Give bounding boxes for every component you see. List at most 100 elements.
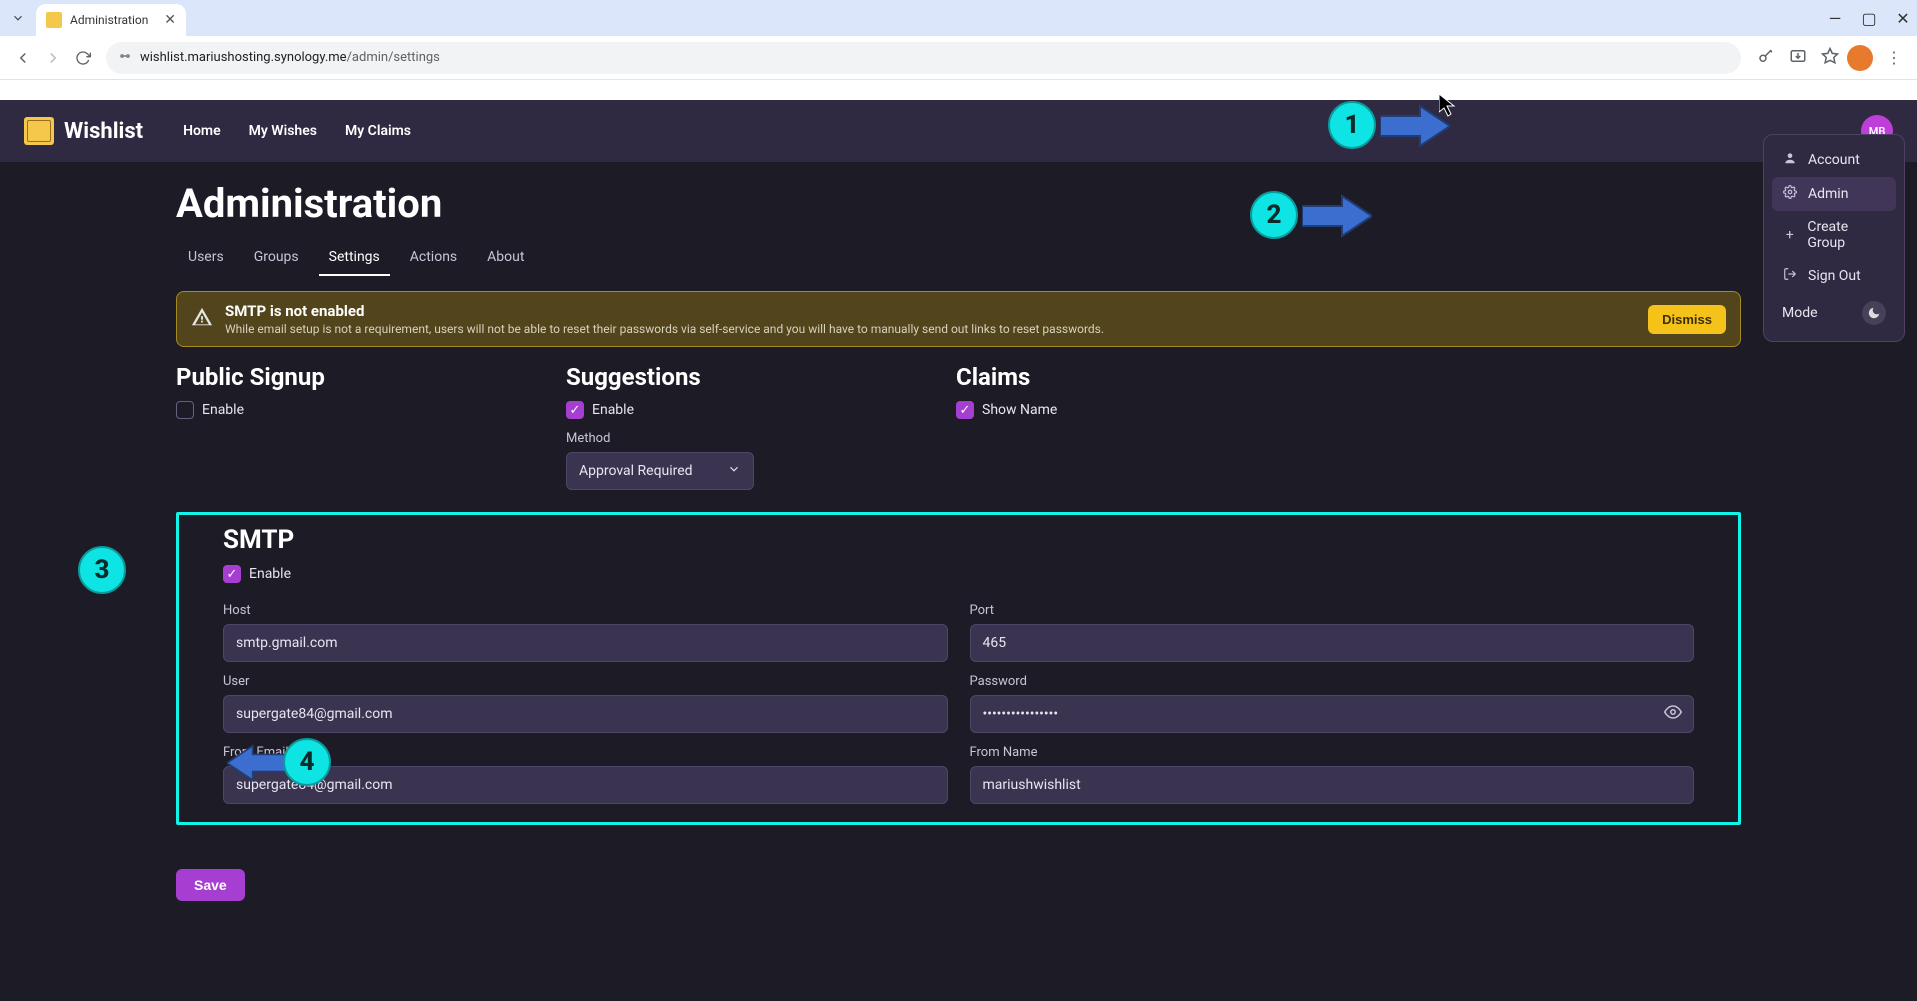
blank-strip xyxy=(0,80,1917,100)
back-button[interactable] xyxy=(8,43,38,73)
profile-avatar-icon[interactable] xyxy=(1847,45,1873,71)
window-close-icon[interactable]: ✕ xyxy=(1895,9,1911,28)
host-value: smtp.gmail.com xyxy=(236,635,337,651)
claims-checkbox[interactable]: ✓ xyxy=(956,401,974,419)
claims-section: Claims ✓ Show Name xyxy=(956,363,1741,490)
window-maximize-icon[interactable]: ▢ xyxy=(1861,9,1877,28)
theme-toggle[interactable] xyxy=(1862,301,1886,325)
dropdown-sign-out[interactable]: Sign Out xyxy=(1772,259,1896,293)
nav-home[interactable]: Home xyxy=(183,123,221,139)
tab-about[interactable]: About xyxy=(485,243,526,275)
url-path: /admin/settings xyxy=(347,50,440,65)
annotation-1: 1 xyxy=(1328,101,1376,149)
sign-out-icon xyxy=(1782,267,1798,285)
annotation-4: 4 xyxy=(283,738,331,786)
bookmark-star-icon[interactable] xyxy=(1821,47,1839,69)
browser-tab[interactable]: Administration ✕ xyxy=(36,4,186,36)
suggestions-section: Suggestions ✓ Enable Method Approval Req… xyxy=(566,363,956,490)
person-icon xyxy=(1782,151,1798,169)
host-input[interactable]: smtp.gmail.com xyxy=(223,624,948,662)
dropdown-admin[interactable]: Admin xyxy=(1772,177,1896,211)
window-minimize-icon[interactable]: — xyxy=(1827,9,1843,28)
app-title: Wishlist xyxy=(64,119,143,144)
password-input[interactable]: •••••••••••••••• xyxy=(970,695,1695,733)
password-value: •••••••••••••••• xyxy=(983,706,1059,722)
eye-icon[interactable] xyxy=(1664,703,1682,725)
site-info-icon[interactable] xyxy=(118,49,132,67)
suggestions-checkbox[interactable]: ✓ xyxy=(566,401,584,419)
password-key-icon[interactable] xyxy=(1757,47,1775,69)
annotation-arrow-2 xyxy=(1302,191,1372,241)
from-name-value: mariushwishlist xyxy=(983,777,1081,793)
smtp-section-highlight: SMTP ✓ Enable Host smtp.gmail.com Port 4… xyxy=(176,512,1741,825)
favicon-icon xyxy=(46,12,62,28)
tab-users[interactable]: Users xyxy=(186,243,226,275)
suggestions-title: Suggestions xyxy=(566,363,956,391)
forward-button[interactable] xyxy=(38,43,68,73)
nav-my-claims[interactable]: My Claims xyxy=(345,123,411,139)
public-signup-checkbox[interactable] xyxy=(176,401,194,419)
tab-settings[interactable]: Settings xyxy=(327,243,382,275)
port-input[interactable]: 465 xyxy=(970,624,1695,662)
app-logo-icon xyxy=(24,117,54,145)
method-label: Method xyxy=(566,431,956,446)
user-label: User xyxy=(223,674,948,689)
annotation-arrow-4 xyxy=(227,738,287,788)
tab-close-icon[interactable]: ✕ xyxy=(154,12,176,28)
dropdown-sign-out-label: Sign Out xyxy=(1808,268,1861,284)
smtp-warning-banner: SMTP is not enabled While email setup is… xyxy=(176,291,1741,347)
port-label: Port xyxy=(970,603,1695,618)
warning-icon xyxy=(191,306,213,332)
dropdown-account[interactable]: Account xyxy=(1772,143,1896,177)
dropdown-mode-row: Mode xyxy=(1772,293,1896,333)
tab-title: Administration xyxy=(70,13,148,27)
install-app-icon[interactable] xyxy=(1789,47,1807,69)
annotation-3: 3 xyxy=(78,546,126,594)
url-bar[interactable]: wishlist.mariushosting.synology.me/admin… xyxy=(106,42,1741,74)
dropdown-admin-label: Admin xyxy=(1808,186,1848,202)
tab-groups[interactable]: Groups xyxy=(252,243,301,275)
method-value: Approval Required xyxy=(579,463,693,479)
tab-actions[interactable]: Actions xyxy=(408,243,459,275)
chevron-down-icon xyxy=(727,462,741,480)
from-name-input[interactable]: mariushwishlist xyxy=(970,766,1695,804)
reload-button[interactable] xyxy=(68,43,98,73)
public-signup-title: Public Signup xyxy=(176,363,566,391)
app-navbar: Wishlist Home My Wishes My Claims MB xyxy=(0,100,1917,162)
save-button[interactable]: Save xyxy=(176,869,245,901)
dropdown-mode-label: Mode xyxy=(1782,305,1818,321)
dismiss-button[interactable]: Dismiss xyxy=(1648,305,1726,334)
nav-my-wishes[interactable]: My Wishes xyxy=(249,123,317,139)
dropdown-account-label: Account xyxy=(1808,152,1860,168)
from-email-input[interactable]: supergate84@gmail.com xyxy=(223,766,948,804)
dropdown-create-group-label: Create Group xyxy=(1807,219,1886,251)
from-email-label: From Email xyxy=(223,745,948,760)
smtp-enable-label: Enable xyxy=(249,566,291,582)
browser-toolbar: wishlist.mariushosting.synology.me/admin… xyxy=(0,36,1917,80)
smtp-title: SMTP xyxy=(223,525,1694,555)
gear-icon xyxy=(1782,185,1798,203)
dropdown-create-group[interactable]: + Create Group xyxy=(1772,211,1896,259)
admin-tabs: Users Groups Settings Actions About xyxy=(0,237,1917,275)
claims-label: Show Name xyxy=(982,402,1057,418)
port-value: 465 xyxy=(983,635,1007,651)
password-label: Password xyxy=(970,674,1695,689)
claims-title: Claims xyxy=(956,363,1741,391)
host-label: Host xyxy=(223,603,948,618)
url-domain: wishlist.mariushosting.synology.me xyxy=(140,50,347,65)
cursor-icon xyxy=(1439,94,1457,122)
user-dropdown-menu: Account Admin + Create Group Sign Out Mo… xyxy=(1763,134,1905,342)
from-name-label: From Name xyxy=(970,745,1695,760)
smtp-enable-checkbox[interactable]: ✓ xyxy=(223,565,241,583)
method-select[interactable]: Approval Required xyxy=(566,452,754,490)
page-title: Administration xyxy=(0,162,1917,237)
user-input[interactable]: supergate84@gmail.com xyxy=(223,695,948,733)
annotation-2: 2 xyxy=(1250,191,1298,239)
banner-title: SMTP is not enabled xyxy=(225,302,1636,320)
user-value: supergate84@gmail.com xyxy=(236,706,392,722)
banner-subtitle: While email setup is not a requirement, … xyxy=(225,322,1636,336)
browser-menu-icon[interactable]: ⋮ xyxy=(1879,43,1909,73)
public-signup-section: Public Signup Enable xyxy=(176,363,566,490)
tab-list-chevron[interactable] xyxy=(4,4,32,32)
suggestions-label: Enable xyxy=(592,402,634,418)
